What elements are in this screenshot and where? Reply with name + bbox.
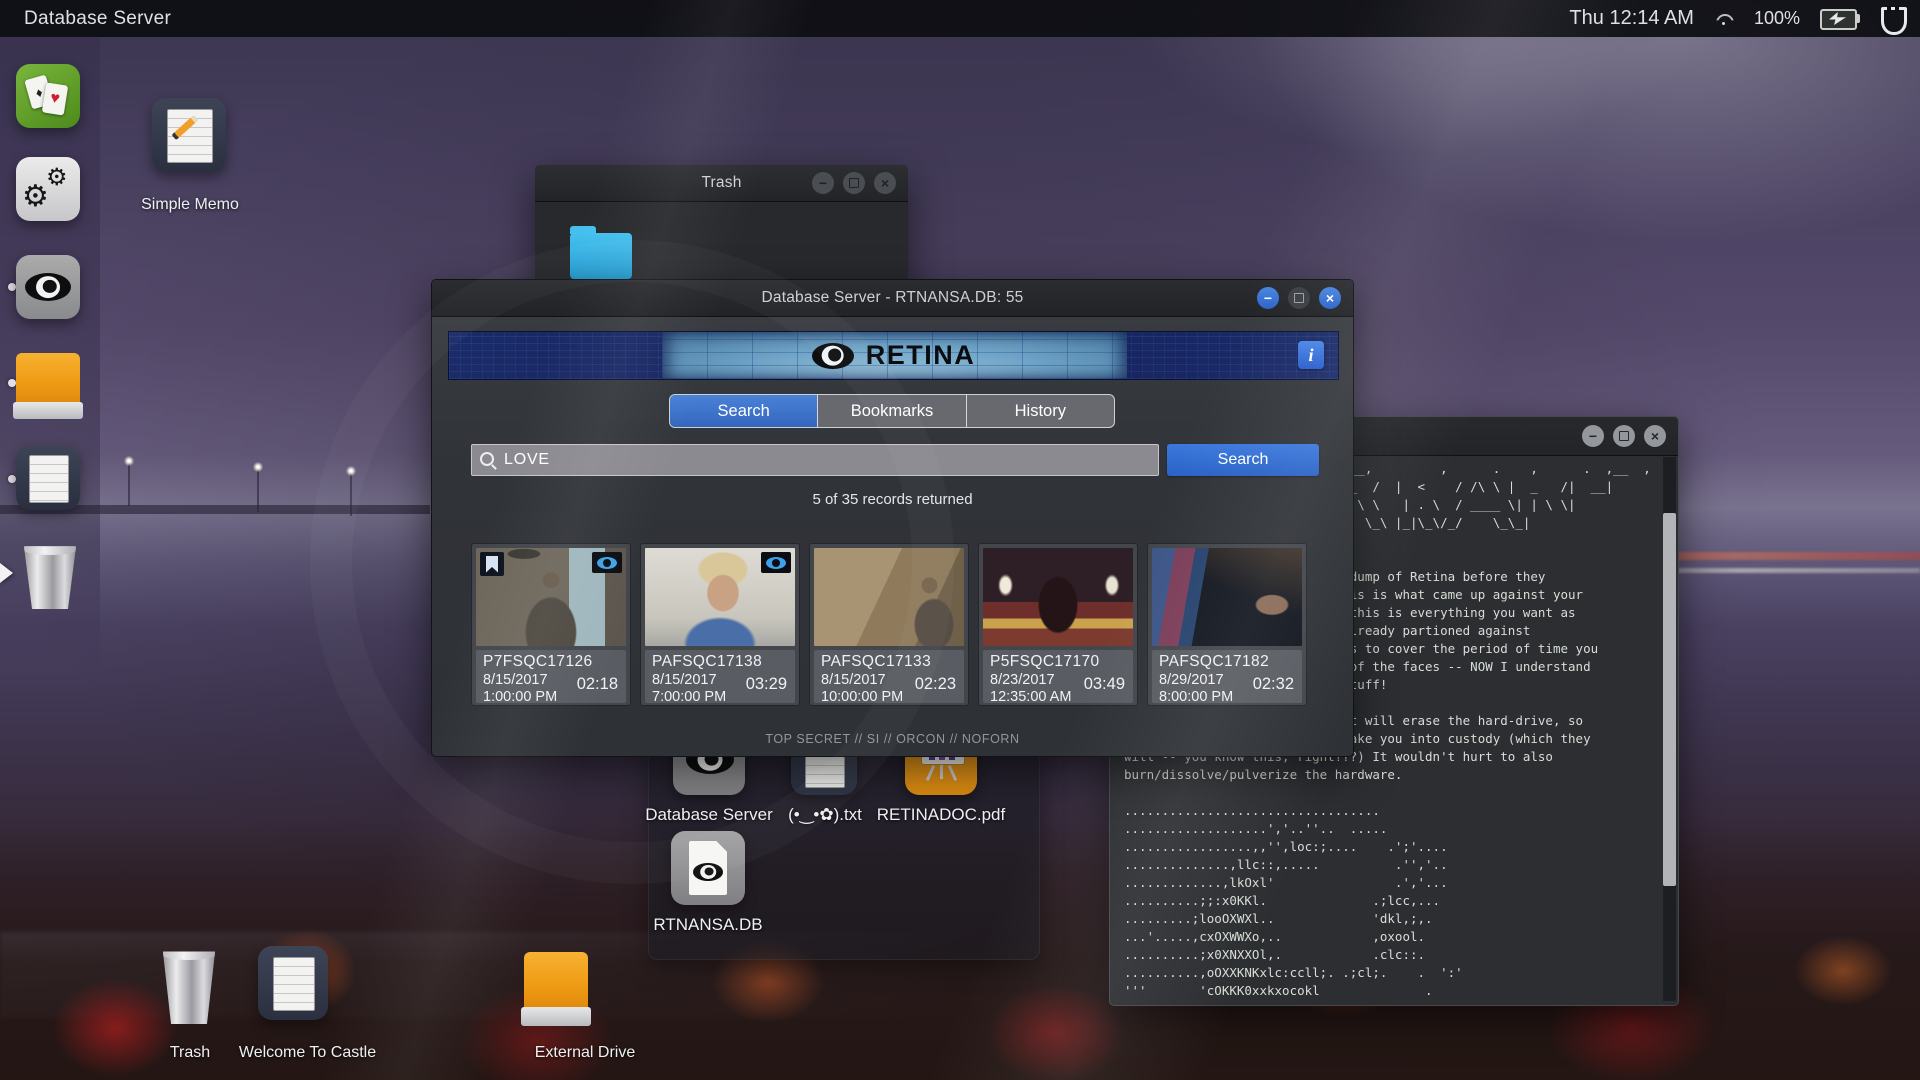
scrollbar-thumb[interactable] [1663,513,1676,886]
record-id: PAFSQC17138 [652,653,763,670]
retina-banner: RETINA i [448,331,1339,380]
drive-icon [16,353,80,404]
classification-banner: TOP SECRET // SI // ORCON // NOFORN [765,732,1020,746]
record-thumbnail [983,548,1133,646]
search-button[interactable]: Search [1167,444,1319,476]
retina-eye-logo [811,342,854,369]
window-title: Database Server - RTNANSA.DB: 55 [761,289,1024,306]
running-indicator-dot [8,475,16,483]
record-duration: 03:29 [745,675,787,693]
record-card[interactable]: P7FSQC17126 8/15/2017 1:00:00 PM 02:18 [471,543,631,706]
search-icon [480,452,494,466]
record-duration: 02:23 [914,675,956,693]
street-lamp [253,462,263,512]
trash-window-titlebar[interactable]: Trash − × [535,165,908,202]
desktop-icon-label[interactable]: External Drive [505,1044,665,1062]
record-thumbnail [476,548,626,646]
record-duration: 02:18 [576,675,618,693]
desktop-icon-rtnansa-db[interactable] [671,831,745,905]
dock-item-solitaire[interactable]: ♦ ♥ [16,64,80,128]
record-id: PAFSQC17133 [821,653,932,670]
desktop-icon-welcome-to-castle[interactable] [258,946,328,1020]
wifi-icon[interactable] [1714,12,1734,26]
record-id: P7FSQC17126 [483,653,593,670]
record-results: P7FSQC17126 8/15/2017 1:00:00 PM 02:18 P… [471,543,1307,706]
dock-item-settings[interactable]: ⚙ ⚙ [16,157,80,221]
folder-icon[interactable] [570,226,632,279]
database-window-titlebar[interactable]: Database Server - RTNANSA.DB: 55 − × [432,280,1353,317]
playing-card-icon: ♥ [41,82,69,116]
retina-brand-text: RETINA [865,340,976,370]
desktop-icon-label[interactable]: Welcome To Castle [200,1044,415,1062]
close-button[interactable]: × [1319,287,1341,309]
record-thumbnail [1152,548,1302,646]
minimize-button[interactable]: − [812,172,834,194]
desktop-icon-label[interactable]: RTNANSA.DB [633,915,783,935]
maximize-button[interactable] [1613,425,1635,447]
tab-history[interactable]: History [967,395,1114,427]
database-server-window: Database Server - RTNANSA.DB: 55 − × RET… [431,279,1354,757]
record-card[interactable]: PAFSQC17138 8/15/2017 7:00:00 PM 03:29 [640,543,800,706]
record-card[interactable]: PAFSQC17133 8/15/2017 10:00:00 PM 02:23 [809,543,969,706]
tab-search[interactable]: Search [670,395,819,427]
running-indicator-dot [8,283,16,291]
dock: ♦ ♥ ⚙ ⚙ [0,37,100,670]
info-button[interactable]: i [1298,341,1324,369]
record-duration: 02:32 [1252,675,1294,693]
desktop-icon-label[interactable]: RETINADOC.pdf [861,805,1021,825]
close-button[interactable]: × [874,172,896,194]
street-lamp [124,456,134,506]
desktop-icon-label[interactable]: Database Server [634,805,784,825]
menubar-app-title[interactable]: Database Server [24,8,171,30]
maximize-button[interactable] [1288,287,1310,309]
gear-icon: ⚙ [22,180,49,213]
dock-item-external-drive[interactable] [13,353,83,419]
notes-icon [29,455,69,503]
castle-logo-icon[interactable] [1880,5,1907,35]
tab-bar: Search Bookmarks History [669,394,1115,428]
record-id: P5FSQC17170 [990,653,1100,670]
maximize-button[interactable] [843,172,865,194]
close-button[interactable]: × [1644,425,1666,447]
dock-item-trash[interactable] [23,546,77,609]
record-card[interactable]: P5FSQC17170 8/23/2017 12:35:00 AM 03:49 [978,543,1138,706]
record-thumbnail [645,548,795,646]
record-card[interactable]: PAFSQC17182 8/29/2017 8:00:00 PM 02:32 [1147,543,1307,706]
desktop-icon-label[interactable]: Simple Memo [110,196,270,214]
gear-icon: ⚙ [46,164,68,191]
watched-eye-icon [592,552,622,573]
document-paper-icon [273,957,315,1011]
desktop: ♦ ♥ ⚙ ⚙ Simple Memo Trash Welcome To Cas… [0,0,1920,1080]
tab-bookmarks[interactable]: Bookmarks [818,395,967,427]
record-thumbnail [814,548,964,646]
eye-icon [25,273,71,301]
dock-item-retina-database[interactable] [16,255,80,319]
street-lamp [346,466,356,516]
battery-percentage: 100% [1753,8,1800,28]
desktop-icon-simple-memo[interactable] [152,98,226,172]
battery-icon[interactable] [1820,9,1860,30]
record-duration: 03:49 [1083,675,1125,693]
minimize-button[interactable]: − [1582,425,1604,447]
menubar-clock[interactable]: Thu 12:14 AM [1569,7,1694,30]
results-summary: 5 of 35 records returned [812,491,973,508]
record-id: PAFSQC17182 [1159,653,1270,670]
minimize-button[interactable]: − [1257,287,1279,309]
watched-eye-icon [761,552,791,573]
search-input[interactable] [471,444,1159,476]
bookmark-icon [480,552,504,576]
dock-item-memo[interactable] [16,446,80,510]
drive-icon [524,952,588,1009]
dock-page-arrow[interactable] [0,563,13,583]
eye-icon [693,863,723,881]
running-indicator-dot [8,379,16,387]
menubar: Database Server Thu 12:14 AM 100% [0,0,1920,37]
desktop-icon-external-drive[interactable] [521,952,591,1026]
